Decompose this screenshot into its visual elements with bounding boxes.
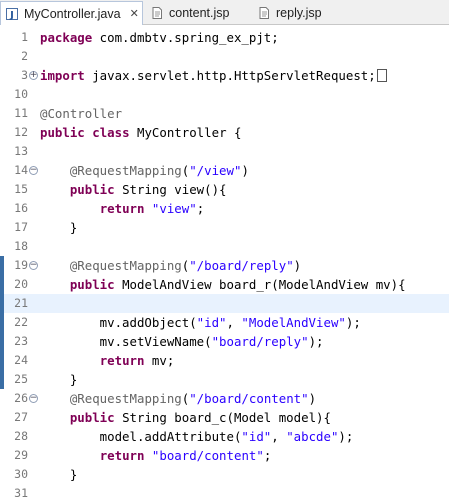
line-number: 15 <box>14 182 28 196</box>
code-line[interactable]: 27 public String board_c(Model model){ <box>0 408 449 427</box>
line-number: 10 <box>14 87 28 101</box>
line-number: 11 <box>14 106 28 120</box>
code-editor[interactable]: 1 package com.dmbtv.spring_ex_pjt; 2 3 + impo… <box>0 26 449 500</box>
line-number: 30 <box>14 467 28 481</box>
code-text: mv.setViewName("board/reply"); <box>40 334 324 349</box>
jsp-file-icon <box>259 7 269 19</box>
code-text: public class MyController { <box>40 125 242 140</box>
code-text: @RequestMapping("/view") <box>69 163 249 178</box>
code-text: public ModelAndView board_r(ModelAndView… <box>69 277 406 292</box>
line-number: 2 <box>21 49 28 63</box>
code-line[interactable]: 26− @RequestMapping("/board/content") <box>0 389 449 408</box>
tab-mycontroller-java[interactable]: J MyController.java ✕ <box>0 1 143 25</box>
code-text: @Controller <box>40 106 123 121</box>
code-line[interactable]: 23 mv.setViewName("board/reply"); <box>0 332 449 351</box>
line-number: 16 <box>14 201 28 215</box>
code-line[interactable]: 17 } <box>0 218 449 237</box>
code-text: } <box>40 220 78 235</box>
code-line[interactable]: 11 @Controller <box>0 104 449 123</box>
code-text: return "view"; <box>99 201 205 216</box>
code-line[interactable]: 14− @RequestMapping("/view") <box>0 161 449 180</box>
line-number: 13 <box>14 144 28 158</box>
code-line[interactable]: 21 <box>0 294 449 313</box>
fold-collapse-icon[interactable]: − <box>29 394 38 403</box>
code-text: mv.addObject("id", "ModelAndView"); <box>40 315 361 330</box>
line-number: 22 <box>14 315 28 329</box>
line-number: 19 <box>14 258 28 272</box>
line-number: 21 <box>14 296 28 310</box>
tab-label: content.jsp <box>169 6 230 20</box>
code-line[interactable]: 12 public class MyController { <box>0 123 449 142</box>
line-number: 26 <box>14 391 28 405</box>
code-line[interactable]: 15 public String view(){ <box>0 180 449 199</box>
code-line[interactable]: 1 package com.dmbtv.spring_ex_pjt; <box>0 28 449 47</box>
code-text: @RequestMapping("/board/reply") <box>69 258 302 273</box>
code-line[interactable]: 20 public ModelAndView board_r(ModelAndV… <box>0 275 449 294</box>
line-number: 14 <box>14 163 28 177</box>
line-number: 18 <box>14 239 28 253</box>
code-line[interactable]: 22 mv.addObject("id", "ModelAndView"); <box>0 313 449 332</box>
line-number: 3 <box>21 68 28 82</box>
code-text: package com.dmbtv.spring_ex_pjt; <box>40 30 279 45</box>
line-number: 23 <box>14 334 28 348</box>
collapsed-imports-icon[interactable] <box>376 69 387 82</box>
line-number: 17 <box>14 220 28 234</box>
line-number: 28 <box>14 429 28 443</box>
code-line[interactable]: 13 <box>0 142 449 161</box>
code-line[interactable]: 30 } <box>0 465 449 484</box>
code-line[interactable]: 3 + import javax.servlet.http.HttpServletR… <box>0 66 449 85</box>
line-number: 25 <box>14 372 28 386</box>
code-text: @RequestMapping("/board/content") <box>69 391 317 406</box>
editor-tab-bar: J MyController.java ✕ content.jsp reply.… <box>0 0 449 25</box>
code-line[interactable]: 18 <box>0 237 449 256</box>
code-text: public String view(){ <box>69 182 227 197</box>
fold-expand-icon[interactable]: + <box>29 71 38 80</box>
tab-reply-jsp[interactable]: reply.jsp <box>253 2 343 24</box>
line-number: 12 <box>14 125 28 139</box>
tab-label: reply.jsp <box>276 6 322 20</box>
code-line[interactable]: 2 <box>0 47 449 66</box>
code-line[interactable]: 31 <box>0 484 449 503</box>
code-text: public String board_c(Model model){ <box>69 410 331 425</box>
svg-text:J: J <box>9 10 14 21</box>
code-text: } <box>40 467 78 482</box>
code-text: } <box>40 372 78 387</box>
code-line[interactable]: 19− @RequestMapping("/board/reply") <box>0 256 449 275</box>
code-text: return mv; <box>99 353 175 368</box>
fold-collapse-icon[interactable]: − <box>29 166 38 175</box>
code-text: import javax.servlet.http.HttpServletReq… <box>40 66 387 85</box>
close-tab-icon[interactable]: ✕ <box>130 7 139 20</box>
line-number: 24 <box>14 353 28 367</box>
code-line[interactable]: 28 model.addAttribute("id", "abcde"); <box>0 427 449 446</box>
code-line[interactable]: 25 } <box>0 370 449 389</box>
line-number: 31 <box>14 486 28 500</box>
code-line[interactable]: 16 return "view"; <box>0 199 449 218</box>
java-file-icon: J <box>6 7 18 21</box>
code-line[interactable]: 24 return mv; <box>0 351 449 370</box>
tab-content-jsp[interactable]: content.jsp <box>146 2 246 24</box>
code-line[interactable]: 10 <box>0 85 449 104</box>
line-number: 1 <box>21 30 28 44</box>
jsp-file-icon <box>152 7 162 19</box>
tab-label: MyController.java <box>24 6 121 21</box>
line-number: 20 <box>14 277 28 291</box>
fold-collapse-icon[interactable]: − <box>29 261 38 270</box>
line-number: 27 <box>14 410 28 424</box>
code-text: model.addAttribute("id", "abcde"); <box>40 429 354 444</box>
